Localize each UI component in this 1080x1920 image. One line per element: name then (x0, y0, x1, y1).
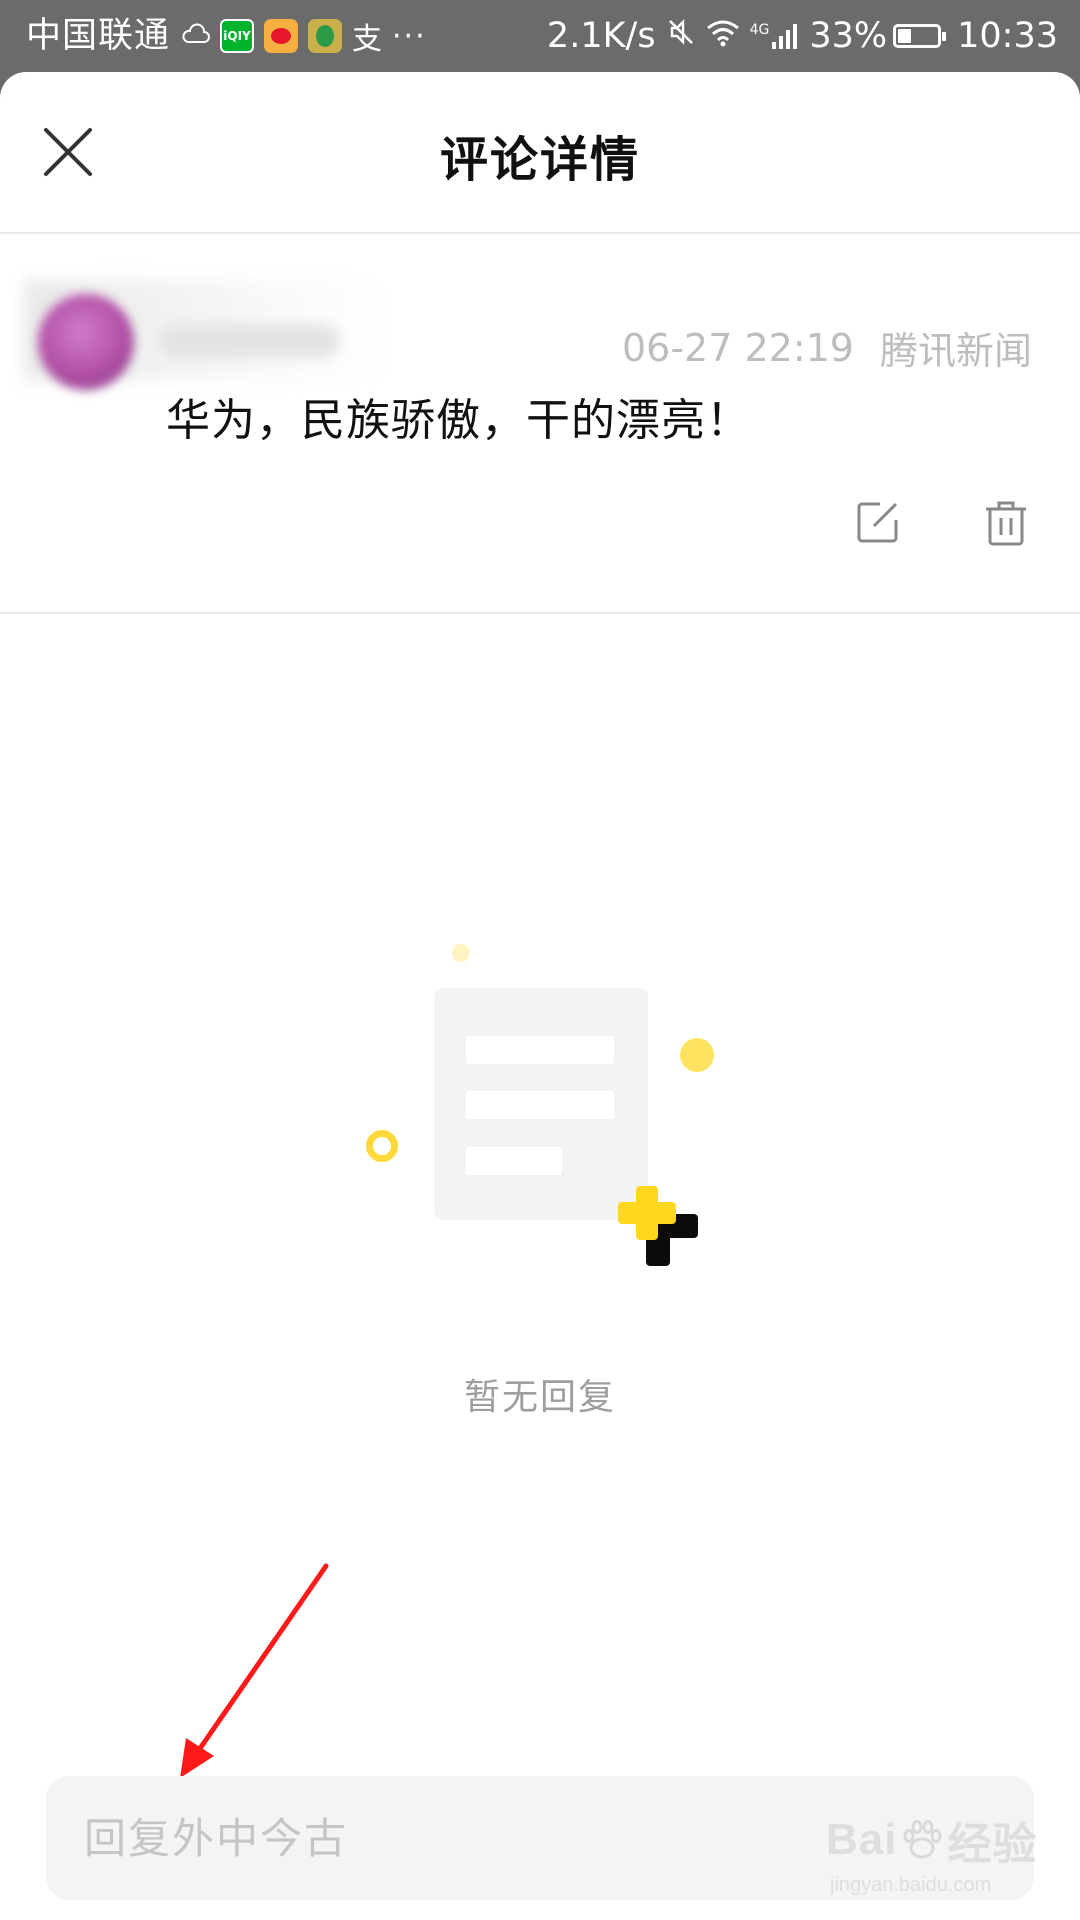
edit-button[interactable] (856, 500, 900, 544)
qq-app-icon (308, 19, 343, 53)
empty-state-text: 暂无回复 (463, 1377, 616, 1418)
comment-meta: 06-27 22:19 腾讯新闻 (622, 320, 1032, 375)
alipay-icon: 支 (352, 22, 383, 57)
battery-percent: 33% (809, 16, 888, 56)
battery-level-fill (898, 29, 912, 43)
battery-icon (893, 24, 947, 48)
iqiyi-app-icon: iQIY (220, 19, 255, 53)
watermark-brand-left: Bai (826, 1815, 898, 1864)
cloud-weather-icon (180, 22, 210, 50)
mute-icon (666, 16, 696, 56)
doc-line (466, 1091, 614, 1119)
page-title: 评论详情 (439, 132, 640, 188)
comment-text: 华为，民族骄傲，干的漂亮！ (166, 395, 751, 446)
delete-icon (986, 501, 1026, 546)
watermark-url: jingyan.baidu.com (830, 1874, 992, 1896)
status-bar-right: 2.1K/s 4G 33% 10:33 (537, 14, 1058, 58)
delete-button[interactable] (984, 500, 1028, 546)
comment-detail-sheet: 评论详情 06-27 22:19 腾讯新闻 华为，民族骄傲，干的漂亮！ 暂无回复 (0, 72, 1080, 1920)
doc-line (466, 1147, 562, 1175)
decor-dot-small (452, 944, 470, 962)
avatar[interactable] (38, 294, 134, 390)
comment-timestamp: 06-27 22:19 (621, 325, 854, 370)
edit-icon (857, 502, 898, 543)
signal-icon: 4G (750, 22, 800, 50)
doc-line (466, 1036, 614, 1064)
wifi-icon (706, 16, 740, 56)
plus-icon-yellow (636, 1186, 658, 1240)
status-bar-left: 中国联通 iQIY 支 ··· (26, 14, 427, 58)
network-type: 4G (749, 22, 770, 38)
baidu-jingyan-watermark: Bai 经验 jingyan.baidu.com (826, 1808, 1037, 1897)
reply-input[interactable] (82, 1812, 686, 1864)
header: 评论详情 (0, 72, 1080, 234)
watermark-brand-right: 经验 (947, 1820, 1038, 1869)
more-dots-icon: ··· (392, 18, 427, 54)
watermark-brand: Bai 经验 (826, 1808, 1037, 1872)
carrier-name: 中国联通 (26, 16, 171, 56)
document-icon (434, 988, 648, 1220)
clock: 10:33 (957, 16, 1058, 56)
empty-illustration (360, 860, 720, 1280)
decor-ring (366, 1130, 398, 1162)
username-blurred[interactable] (160, 324, 340, 358)
comment-card: 06-27 22:19 腾讯新闻 华为，民族骄傲，干的漂亮！ (0, 234, 1080, 614)
weibo-app-icon (264, 19, 299, 53)
comment-source: 腾讯新闻 (879, 329, 1032, 373)
baidu-paw-icon (903, 1820, 942, 1859)
decor-dot-big (680, 1038, 714, 1072)
network-speed: 2.1K/s (546, 16, 656, 56)
status-bar: 中国联通 iQIY 支 ··· 2.1K/s 4G 33% 10:33 (0, 0, 1080, 72)
